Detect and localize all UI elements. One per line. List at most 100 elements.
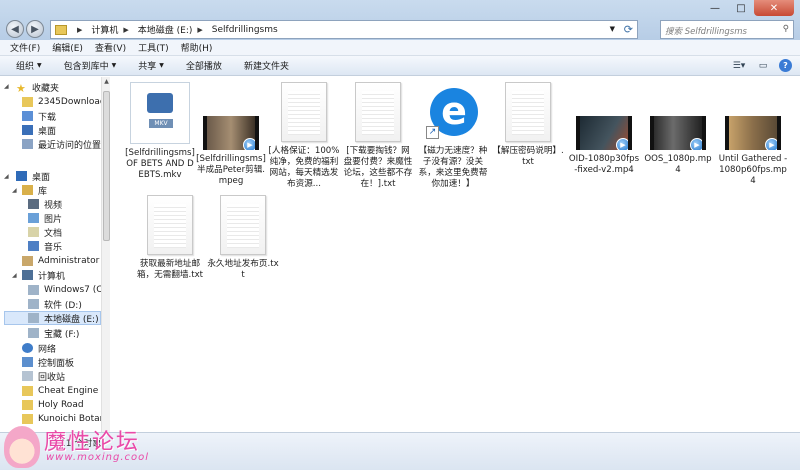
menu-file[interactable]: 文件(F): [10, 41, 40, 54]
text-document-icon: [355, 82, 401, 142]
nav-library[interactable]: 库: [22, 183, 47, 197]
play-icon: ▶: [765, 138, 777, 150]
scroll-up-icon[interactable]: ▲: [102, 78, 111, 88]
search-input[interactable]: 搜索 Selfdrillingsms ⚲: [660, 20, 794, 39]
search-icon[interactable]: ⚲: [783, 24, 789, 34]
nav-computer[interactable]: 计算机: [22, 268, 65, 282]
menu-help[interactable]: 帮助(H): [181, 41, 213, 54]
close-button[interactable]: ✕: [754, 0, 794, 16]
nav-control-panel[interactable]: 控制面板: [22, 355, 74, 369]
file-item[interactable]: 永久地址发布页.txt: [207, 195, 279, 281]
back-button[interactable]: ◀: [6, 20, 24, 38]
refresh-icon[interactable]: ⟳: [624, 23, 633, 36]
organize-button[interactable]: 组织 ▼: [16, 59, 42, 72]
nav-drive-d[interactable]: 软件 (D:): [28, 297, 82, 311]
file-item[interactable]: ▶ OOS_1080p.mp4: [642, 82, 714, 176]
nav-label: Holy Road: [38, 400, 84, 410]
breadcrumb-computer[interactable]: 计算机 ▶: [91, 23, 133, 37]
file-name: [Selfdrillingsms]OF BETS AND DEBTS.mkv: [125, 148, 195, 180]
file-name: 永久地址发布页.txt: [207, 259, 279, 280]
nav-recycle-bin[interactable]: 回收站: [22, 369, 65, 383]
folder-icon: [22, 400, 33, 410]
nav-cheat-engine[interactable]: Cheat Engine 6.8: [22, 384, 109, 398]
new-folder-button[interactable]: 新建文件夹: [244, 59, 289, 72]
preview-pane-icon[interactable]: ▭: [755, 59, 771, 73]
nav-downloads[interactable]: 下载: [22, 109, 56, 123]
forward-button[interactable]: ▶: [26, 20, 44, 38]
nav-scrollbar[interactable]: ▲ ▼: [101, 77, 110, 447]
share-button[interactable]: 共享 ▼: [138, 59, 164, 72]
collapse-arrow-icon[interactable]: ◢: [12, 187, 17, 194]
file-item[interactable]: [人格保证：100%纯净，免费的福利网站，每天精选发布资源...: [268, 82, 340, 190]
nav-fav-desktop[interactable]: 桌面: [22, 123, 56, 137]
share-label: 共享: [138, 62, 157, 72]
menu-tools[interactable]: 工具(T): [138, 41, 169, 54]
nav-drive-e[interactable]: 本地磁盘 (E:): [4, 311, 101, 325]
nav-label: 图片: [44, 214, 63, 225]
menu-view[interactable]: 查看(V): [95, 41, 126, 54]
nav-label: 收藏夹: [32, 83, 60, 94]
user-folder-icon: [22, 256, 33, 266]
library-icon: [22, 185, 33, 195]
collapse-arrow-icon[interactable]: ◢: [12, 272, 17, 279]
file-item[interactable]: ▶ [Selfdrillingsms]半成品Peter剪辑.mpeg: [195, 82, 267, 187]
network-icon: [22, 343, 33, 353]
nav-label: Administrator: [38, 256, 100, 266]
nav-favorites[interactable]: ★ 收藏夹: [16, 80, 60, 95]
view-options-icon[interactable]: ☰▾: [731, 59, 747, 73]
file-name: OOS_1080p.mp4: [644, 154, 712, 175]
file-item[interactable]: ▶ Until Gathered - 1080p60fps.mp4: [717, 82, 789, 187]
file-list: MKV [Selfdrillingsms]OF BETS AND DEBTS.m…: [112, 77, 800, 432]
folder-icon: [22, 386, 33, 396]
nav-label: 网络: [38, 344, 57, 355]
organize-label: 组织: [16, 62, 35, 72]
collapse-arrow-icon[interactable]: ◢: [4, 83, 9, 90]
help-icon[interactable]: ?: [779, 59, 792, 72]
nav-label: 视频: [44, 200, 63, 211]
nav-administrator[interactable]: Administrator: [22, 254, 99, 268]
nav-label: 文档: [44, 228, 63, 239]
nav-holy-road[interactable]: Holy Road: [22, 398, 84, 412]
dropdown-arrow-icon: ▼: [37, 62, 42, 69]
file-item[interactable]: 【解压密码说明】.txt: [492, 82, 564, 168]
nav-lib-videos[interactable]: 视频: [28, 197, 62, 211]
scrollbar-thumb[interactable]: [103, 91, 110, 241]
nav-drive-f[interactable]: 宝藏 (F:): [28, 326, 79, 340]
maximize-button[interactable]: □: [728, 0, 754, 16]
nav-label: 本地磁盘 (E:): [44, 314, 99, 325]
file-item[interactable]: ▶ OID-1080p30fps-fixed-v2.mp4: [568, 82, 640, 176]
dropdown-arrow-icon: ▼: [111, 62, 117, 69]
address-bar[interactable]: ▶ 计算机 ▶ 本地磁盘 (E:) ▶ Selfdrillingsms ▼ ⟳: [50, 20, 638, 39]
breadcrumb-arrow-icon: ▶: [123, 25, 129, 34]
folder-icon: [55, 24, 67, 35]
breadcrumb-drive-e[interactable]: 本地磁盘 (E:) ▶: [138, 23, 208, 37]
drive-icon: [28, 285, 39, 295]
nav-lib-pictures[interactable]: 图片: [28, 211, 62, 225]
nav-recent-places[interactable]: 最近访问的位置: [22, 137, 101, 151]
file-item[interactable]: e ↗ 【磁力无速度？种子没有源？没关系，来这里免费帮你加速！】: [417, 82, 489, 190]
internet-shortcut-icon: e ↗: [426, 82, 480, 142]
nav-label: 2345Downloads: [38, 97, 110, 107]
collapse-arrow-icon[interactable]: ◢: [4, 173, 9, 180]
file-item[interactable]: [下载要掏钱？网盘要付费？来魔性论坛，这些都不存在！].txt: [342, 82, 414, 190]
address-dropdown-icon[interactable]: ▼: [610, 25, 615, 33]
forward-arrow-icon: ▶: [31, 23, 39, 35]
minimize-button[interactable]: —: [702, 0, 728, 16]
file-name: [Selfdrillingsms]半成品Peter剪辑.mpeg: [196, 154, 266, 186]
play-all-button[interactable]: 全部播放: [186, 59, 222, 72]
nav-network[interactable]: 网络: [22, 341, 56, 355]
breadcrumb-current-folder[interactable]: Selfdrillingsms: [212, 25, 278, 35]
nav-label: 下载: [38, 112, 57, 123]
menu-bar: 文件(F) 编辑(E) 查看(V) 工具(T) 帮助(H): [0, 40, 800, 56]
nav-2345downloads[interactable]: 2345Downloads: [22, 95, 110, 109]
nav-lib-documents[interactable]: 文档: [28, 225, 62, 239]
file-item[interactable]: MKV [Selfdrillingsms]OF BETS AND DEBTS.m…: [124, 82, 196, 181]
nav-desktop[interactable]: 桌面: [16, 169, 50, 183]
nav-lib-music[interactable]: 音乐: [28, 239, 62, 253]
file-item[interactable]: 获取最新地址邮箱，无需翻墙.txt: [134, 195, 206, 281]
navigation-pane: ◢ ★ 收藏夹 2345Downloads 下载 桌面 最近访问的位置 ◢ 桌面 …: [0, 77, 110, 447]
include-in-library-button[interactable]: 包含到库中 ▼: [64, 59, 117, 72]
nav-drive-c[interactable]: Windows7 (C:): [28, 283, 109, 297]
menu-edit[interactable]: 编辑(E): [52, 41, 83, 54]
nav-label: 桌面: [38, 126, 57, 137]
